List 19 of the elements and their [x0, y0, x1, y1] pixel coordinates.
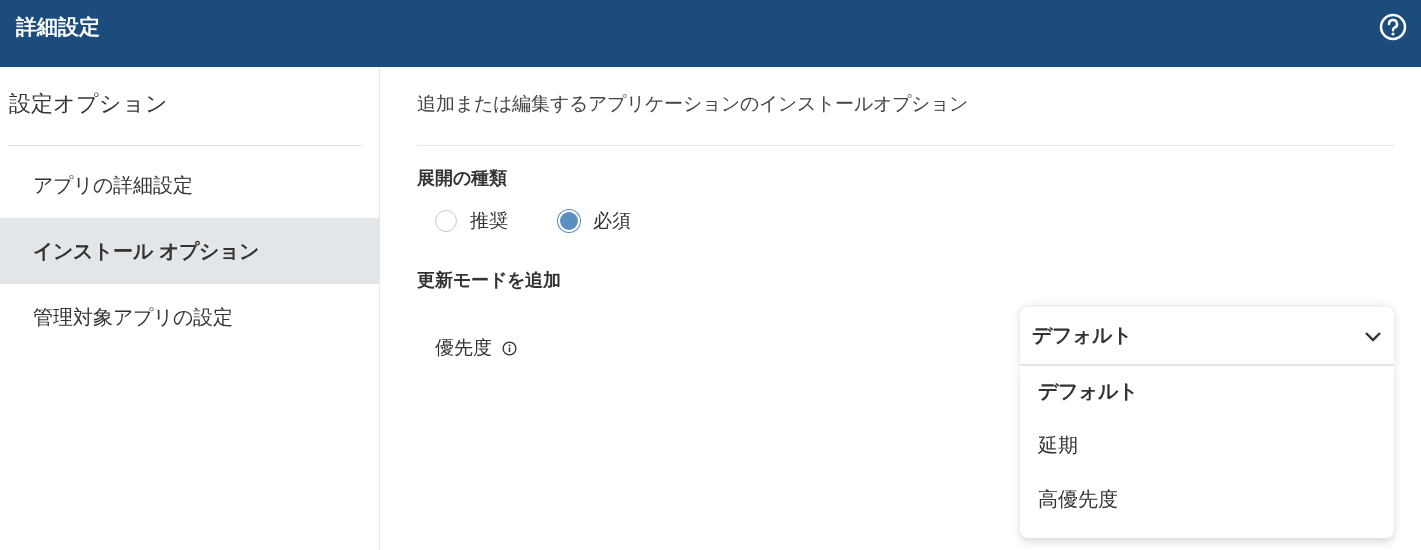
section-description: 追加または編集するアプリケーションのインストールオプション [417, 92, 969, 116]
sidebar-heading: 設定オプション [8, 90, 169, 118]
sidebar-item[interactable]: アプリの詳細設定 [0, 152, 379, 218]
field-label: 優先度 [435, 336, 492, 360]
dropdown-option[interactable]: 高優先度 [1020, 478, 1394, 532]
radio-label[interactable]: 推奨 [470, 208, 508, 234]
dropdown-option[interactable]: デフォルト [1020, 370, 1394, 424]
chevron-down-icon [1364, 329, 1382, 342]
dropdown-option[interactable]: 延期 [1020, 424, 1394, 478]
section-heading: 更新モードを追加 [417, 269, 561, 292]
sidebar-item[interactable]: 管理対象アプリの設定 [0, 284, 379, 350]
priority-dropdown[interactable]: デフォルト [1020, 307, 1394, 366]
info-icon[interactable] [502, 340, 517, 356]
page-title: 詳細設定 [16, 13, 100, 40]
radio-button[interactable] [435, 210, 457, 232]
sidebar-item[interactable]: インストール オプション [0, 218, 379, 284]
help-icon[interactable] [1379, 12, 1407, 41]
section-heading: 展開の種類 [417, 167, 507, 190]
radio-label[interactable]: 必須 [593, 208, 631, 234]
